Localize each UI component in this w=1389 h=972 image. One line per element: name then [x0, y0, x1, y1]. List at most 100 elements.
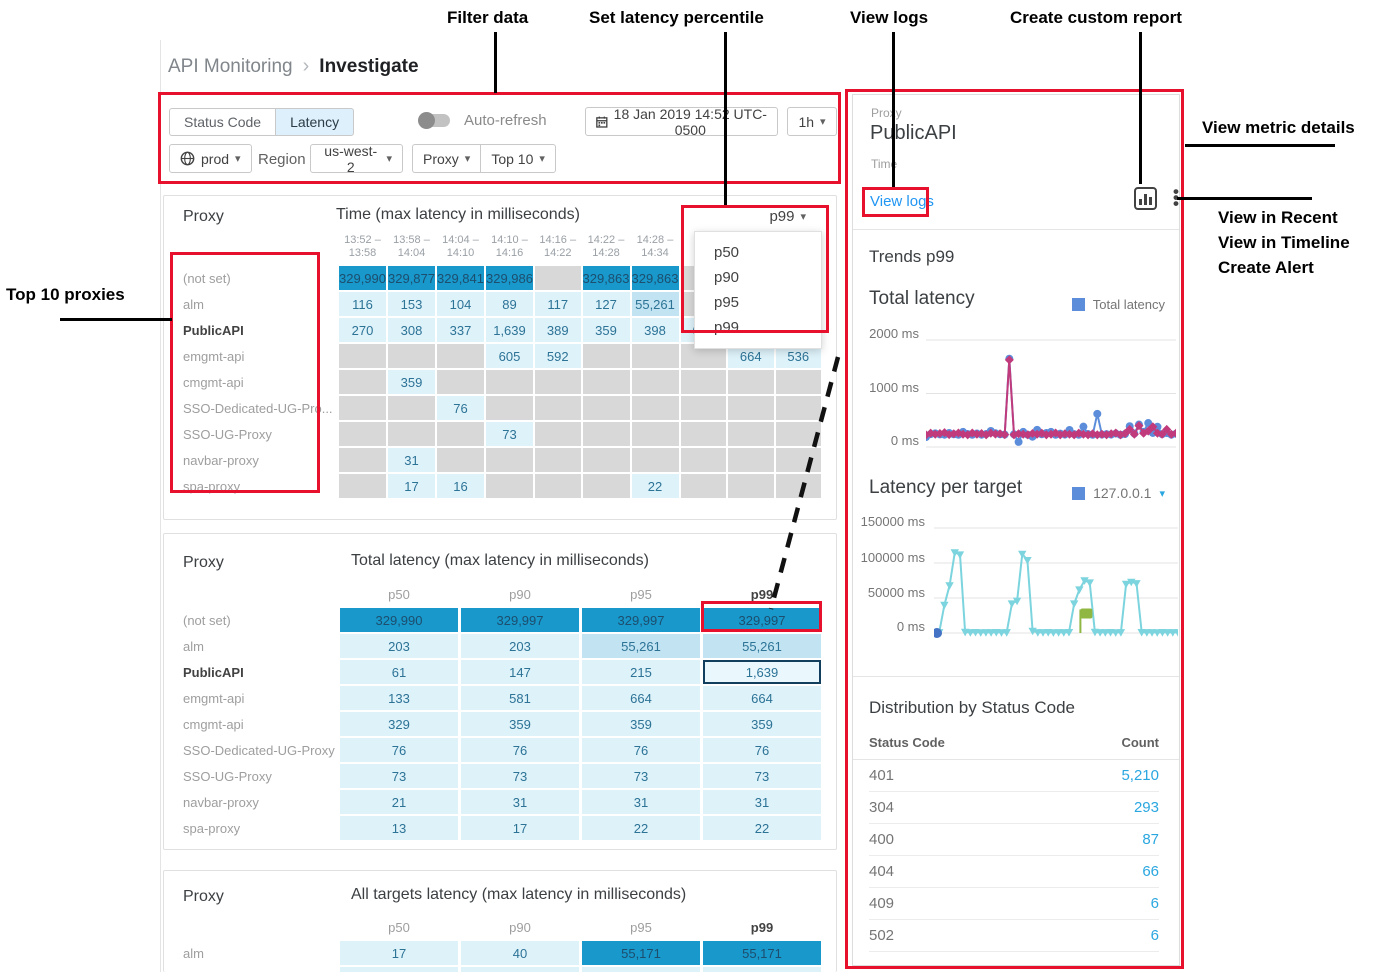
heatmap-cell[interactable]: 76	[703, 738, 821, 762]
heatmap-cell[interactable]	[486, 370, 533, 394]
heatmap-cell[interactable]: 116	[339, 292, 386, 316]
heatmap-cell[interactable]	[486, 396, 533, 420]
proxy-row-label[interactable]: (not set)	[183, 608, 337, 632]
heatmap-cell[interactable]: 203	[461, 634, 579, 658]
heatmap-cell[interactable]	[388, 422, 435, 446]
heatmap-cell[interactable]	[437, 448, 484, 472]
heatmap-cell[interactable]	[681, 396, 727, 420]
tab-status-code[interactable]: Status Code	[169, 108, 275, 136]
heatmap-cell[interactable]: 17	[340, 941, 458, 965]
heatmap-cell[interactable]: 337	[437, 318, 484, 342]
proxy-row-label[interactable]: alm	[183, 634, 337, 658]
heatmap-cell[interactable]: 73	[486, 422, 533, 446]
duration-button[interactable]: 1h ▾	[787, 107, 837, 136]
heatmap-cell[interactable]: 55,261	[703, 634, 821, 658]
heatmap-cell[interactable]: 76	[340, 738, 458, 762]
status-count-link[interactable]: 5,210	[1121, 767, 1159, 784]
heatmap-cell[interactable]: 398	[632, 318, 679, 342]
heatmap-cell[interactable]	[632, 396, 679, 420]
heatmap-cell[interactable]	[339, 344, 386, 368]
tab-latency[interactable]: Latency	[275, 108, 354, 136]
proxy-row-label[interactable]: spa-proxy	[183, 474, 337, 498]
auto-refresh-toggle[interactable]	[420, 114, 450, 127]
heatmap-cell[interactable]	[437, 344, 484, 368]
heatmap-cell[interactable]	[486, 448, 533, 472]
heatmap-cell[interactable]: 73	[582, 764, 700, 788]
heatmap-cell[interactable]: 76	[582, 738, 700, 762]
heatmap-cell[interactable]: 17	[388, 474, 435, 498]
proxy-row-label[interactable]: emgmt-api	[183, 344, 337, 368]
heatmap-cell[interactable]: 13	[340, 816, 458, 840]
status-count-link[interactable]: 293	[1134, 799, 1159, 816]
heatmap-cell[interactable]	[583, 370, 630, 394]
heatmap-cell[interactable]	[681, 422, 727, 446]
proxy-row-label[interactable]: cmgmt-api	[183, 712, 337, 736]
heatmap-cell[interactable]: 31	[461, 790, 579, 814]
date-range-button[interactable]: 18 Jan 2019 14:52 UTC-0500	[585, 107, 778, 136]
proxy-row-label[interactable]: PublicAPI	[183, 660, 337, 684]
heatmap-cell[interactable]	[632, 422, 679, 446]
heatmap-cell[interactable]	[681, 448, 727, 472]
proxy-row-label[interactable]: navbar-proxy	[183, 448, 337, 472]
proxy-row-label[interactable]: PublicAPI	[183, 318, 337, 342]
heatmap-cell[interactable]: 31	[582, 790, 700, 814]
heatmap-cell[interactable]	[339, 396, 386, 420]
heatmap-cell[interactable]: 1,639	[486, 318, 533, 342]
heatmap-cell[interactable]: 104	[437, 292, 484, 316]
heatmap-cell[interactable]	[339, 422, 386, 446]
heatmap-cell[interactable]: 31	[388, 448, 435, 472]
heatmap-cell[interactable]: 133	[340, 686, 458, 710]
proxy-row-label[interactable]: (not set)	[183, 266, 337, 290]
percentile-option-p99[interactable]: p99	[695, 315, 821, 340]
percentile-option-p90[interactable]: p90	[695, 265, 821, 290]
heatmap-cell[interactable]: 55,261	[582, 634, 700, 658]
heatmap-cell[interactable]: 359	[582, 712, 700, 736]
heatmap-cell[interactable]: 31	[703, 790, 821, 814]
status-count-link[interactable]: 6	[1151, 927, 1159, 944]
heatmap-cell[interactable]: 329,990	[340, 608, 458, 632]
heatmap-cell[interactable]: 1,639	[703, 660, 821, 684]
heatmap-cell[interactable]: 308	[388, 318, 435, 342]
heatmap-cell[interactable]	[582, 967, 700, 972]
proxy-row-label[interactable]: SSO-UG-Proxy	[183, 422, 337, 446]
heatmap-cell[interactable]: 21	[340, 790, 458, 814]
heatmap-cell[interactable]	[339, 448, 386, 472]
heatmap-cell[interactable]: 22	[703, 816, 821, 840]
heatmap-cell[interactable]: 664	[703, 686, 821, 710]
heatmap-cell[interactable]: 270	[339, 318, 386, 342]
heatmap-cell[interactable]	[388, 396, 435, 420]
proxy-filter-button[interactable]: Proxy ▾	[412, 144, 480, 173]
heatmap-cell[interactable]: 329,841	[437, 266, 484, 290]
proxy-row-label[interactable]: cmgmt-api	[183, 370, 337, 394]
heatmap-cell[interactable]: 329,863	[632, 266, 679, 290]
heatmap-cell[interactable]	[437, 422, 484, 446]
heatmap-cell[interactable]	[535, 448, 581, 472]
proxy-row-label[interactable]: navbar-proxy	[183, 790, 337, 814]
heatmap-cell[interactable]	[437, 370, 484, 394]
environment-button[interactable]: prod ▾	[169, 144, 252, 173]
percentile-option-p95[interactable]: p95	[695, 290, 821, 315]
heatmap-cell[interactable]	[535, 422, 581, 446]
heatmap-cell[interactable]: 329,986	[486, 266, 533, 290]
heatmap-cell[interactable]: 215	[582, 660, 700, 684]
heatmap-cell[interactable]	[583, 396, 630, 420]
heatmap-cell[interactable]: 73	[703, 764, 821, 788]
heatmap-cell[interactable]: 329,997	[461, 608, 579, 632]
heatmap-cell[interactable]: 76	[461, 738, 579, 762]
heatmap-cell[interactable]: 359	[461, 712, 579, 736]
heatmap-cell[interactable]: 147	[461, 660, 579, 684]
heatmap-cell[interactable]	[339, 474, 386, 498]
heatmap-cell[interactable]: 153	[388, 292, 435, 316]
heatmap-cell[interactable]	[535, 266, 581, 290]
heatmap-cell[interactable]	[681, 370, 727, 394]
heatmap-cell[interactable]: 117	[535, 292, 581, 316]
heatmap-cell[interactable]: 16	[437, 474, 484, 498]
heatmap-cell[interactable]	[340, 967, 458, 972]
heatmap-cell[interactable]	[339, 370, 386, 394]
heatmap-cell[interactable]: 389	[535, 318, 581, 342]
percentile-select[interactable]: p99 ▾	[769, 208, 806, 225]
top-filter-button[interactable]: Top 10 ▾	[480, 144, 556, 173]
heatmap-cell[interactable]: 55,171	[703, 941, 821, 965]
heatmap-cell[interactable]: 664	[582, 686, 700, 710]
heatmap-cell[interactable]	[535, 396, 581, 420]
